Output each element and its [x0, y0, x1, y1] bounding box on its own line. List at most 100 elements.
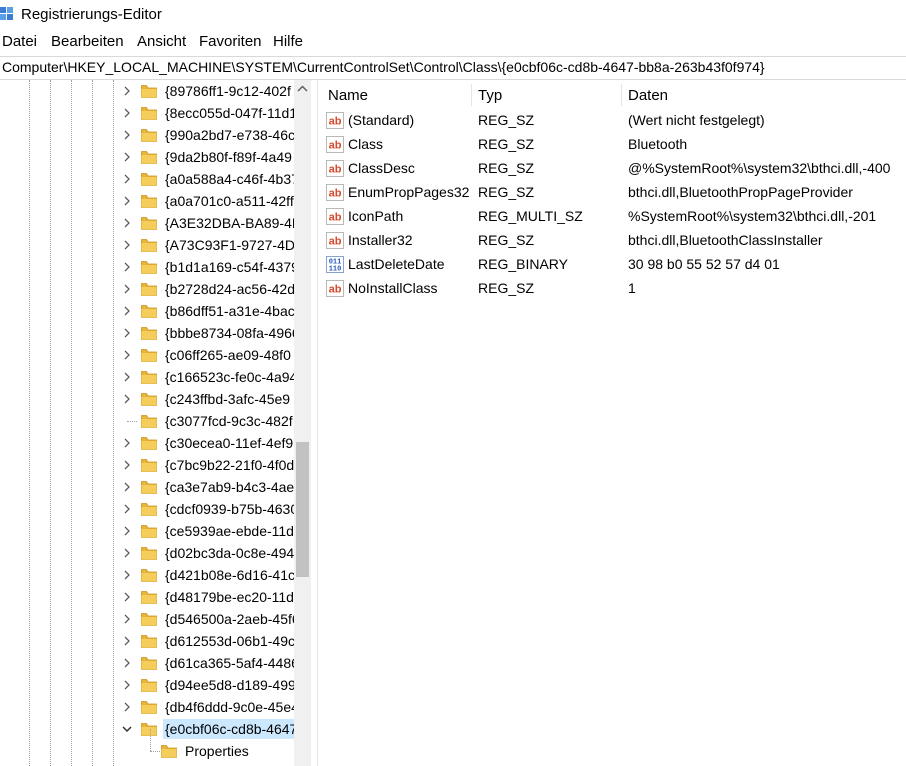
menu-hilfe[interactable]: Hilfe — [273, 33, 303, 50]
registry-editor-app-icon — [0, 7, 13, 20]
column-header-name[interactable]: Name — [322, 80, 472, 110]
tree-item[interactable]: {b86dff51-a31e-4bac — [0, 300, 295, 322]
folder-icon — [141, 107, 157, 120]
value-row[interactable]: ab IconPath REG_MULTI_SZ %SystemRoot%\syste… — [322, 205, 906, 229]
tree-item[interactable]: {d612553d-06b1-49ca — [0, 630, 296, 652]
tree-item[interactable]: {89786ff1-9c12-402f — [0, 80, 294, 102]
chevron-right-icon[interactable] — [121, 107, 133, 119]
chevron-right-icon[interactable] — [121, 239, 133, 251]
tree-item[interactable]: {d48179be-ec20-11d1 — [0, 586, 296, 608]
tree-item[interactable]: Properties — [0, 729, 294, 762]
tree-item[interactable]: {d61ca365-5af4-4486 — [0, 652, 296, 674]
tree-item[interactable]: {a0a701c0-a511-42ff — [0, 190, 294, 212]
value-row[interactable]: 011 110 LastDeleteDate REG_BINARY 30 98 b0 5… — [322, 253, 906, 277]
address-path[interactable]: Computer\HKEY_LOCAL_MACHINE\SYSTEM\Curre… — [2, 59, 765, 75]
tree-item[interactable]: {d546500a-2aeb-45f6 — [0, 608, 296, 630]
chevron-right-icon[interactable] — [121, 657, 133, 669]
chevron-right-icon[interactable] — [121, 371, 133, 383]
scroll-up-arrow-icon[interactable] — [294, 80, 311, 97]
tree-item[interactable]: {e0cbf06c-cd8b-4647 — [0, 718, 296, 740]
tree-item[interactable]: {A3E32DBA-BA89-4F17 — [0, 212, 296, 234]
chevron-right-icon[interactable] — [121, 503, 133, 515]
folder-icon — [161, 745, 177, 758]
folder-icon — [141, 129, 157, 142]
tree-connector — [150, 751, 160, 752]
chevron-right-icon[interactable] — [121, 481, 133, 493]
chevron-right-icon[interactable] — [121, 305, 133, 317]
chevron-right-icon[interactable] — [121, 85, 133, 97]
chevron-right-icon[interactable] — [121, 635, 133, 647]
svg-text:ab: ab — [329, 140, 342, 152]
chevron-right-icon[interactable] — [121, 283, 133, 295]
value-row[interactable]: ab ClassDesc REG_SZ @%SystemRoot%\system32\… — [322, 157, 906, 181]
chevron-right-icon[interactable] — [121, 217, 133, 229]
chevron-right-icon[interactable] — [121, 613, 133, 625]
pane-splitter[interactable] — [317, 80, 318, 766]
column-header-type[interactable]: Typ — [472, 80, 622, 110]
tree-item[interactable]: {c243ffbd-3afc-45e9 — [0, 388, 294, 410]
chevron-right-icon[interactable] — [121, 547, 133, 559]
chevron-right-icon[interactable] — [121, 327, 133, 339]
folder-icon — [141, 173, 157, 186]
chevron-right-icon[interactable] — [121, 129, 133, 141]
tree-item[interactable]: {bbbe8734-08fa-4966 — [0, 322, 296, 344]
tree-item[interactable]: {d421b08e-6d16-41ca — [0, 564, 296, 586]
chevron-right-icon[interactable] — [121, 349, 133, 361]
tree-item-label: {d02bc3da-0c8e-4945 — [165, 545, 296, 561]
column-header-data[interactable]: Daten — [622, 80, 906, 110]
tree-item[interactable]: {c06ff265-ae09-48f0 — [0, 344, 294, 366]
value-row[interactable]: ab Class REG_SZ Bluetooth — [322, 133, 906, 157]
tree-item[interactable]: {cdcf0939-b75b-4630 — [0, 498, 296, 520]
tree-item[interactable]: {d02bc3da-0c8e-4945 — [0, 542, 296, 564]
tree-item[interactable]: {9da2b80f-f89f-4a49 — [0, 146, 294, 168]
folder-icon — [141, 349, 157, 362]
tree-item-label: {ce5939ae-ebde-11d0 — [165, 523, 296, 539]
tree-item[interactable]: {c30ecea0-11ef-4ef9 — [0, 432, 294, 454]
chevron-right-icon[interactable] — [121, 261, 133, 273]
tree-item[interactable]: {c166523c-fe0c-4a94 — [0, 366, 296, 388]
chevron-right-icon[interactable] — [121, 393, 133, 405]
value-row[interactable]: ab EnumPropPages32 REG_SZ bthci.dll,Bluetoo… — [322, 181, 906, 205]
tree-item[interactable]: {990a2bd7-e738-46c7 — [0, 124, 296, 146]
menu-ansicht[interactable]: Ansicht — [137, 33, 186, 50]
chevron-right-icon[interactable] — [121, 173, 133, 185]
tree-item[interactable]: {b2728d24-ac56-42db — [0, 278, 296, 300]
chevron-right-icon[interactable] — [121, 679, 133, 691]
value-row[interactable]: ab (Standard) REG_SZ (Wert nicht festgelegt… — [322, 109, 906, 133]
chevron-right-icon[interactable] — [121, 569, 133, 581]
chevron-right-icon[interactable] — [121, 591, 133, 603]
tree-item[interactable]: {b1d1a169-c54f-4379 — [0, 256, 296, 278]
tree-item[interactable]: {d94ee5d8-d189-4994 — [0, 674, 296, 696]
menu-bearbeiten[interactable]: Bearbeiten — [51, 33, 124, 50]
tree-item[interactable]: {ce5939ae-ebde-11d0 — [0, 520, 296, 542]
tree-item[interactable]: {c7bc9b22-21f0-4f0d — [0, 454, 294, 476]
tree-item[interactable]: {8ecc055d-047f-11d1 — [0, 102, 296, 124]
menu-datei[interactable]: Datei — [2, 33, 37, 50]
value-type: REG_SZ — [478, 136, 535, 152]
tree-item-label: {d48179be-ec20-11d1 — [165, 589, 296, 605]
chevron-right-icon[interactable] — [121, 195, 133, 207]
value-row[interactable]: ab NoInstallClass REG_SZ 1 — [322, 277, 906, 301]
chevron-down-icon[interactable] — [121, 723, 133, 735]
tree-scrollbar[interactable] — [294, 80, 311, 766]
values-list[interactable]: Name Typ Daten ab (Standard) REG_SZ (Wert n… — [322, 80, 906, 766]
scroll-thumb[interactable] — [296, 442, 309, 577]
tree-item[interactable]: {c3077fcd-9c3c-482f — [0, 410, 294, 432]
tree-item[interactable]: {db4f6ddd-9c0e-45e4 — [0, 696, 296, 718]
folder-icon — [141, 305, 157, 318]
tree-item-label: {e0cbf06c-cd8b-4647 — [163, 719, 296, 739]
menu-favoriten[interactable]: Favoriten — [199, 33, 262, 50]
chevron-right-icon[interactable] — [121, 701, 133, 713]
folder-icon — [141, 415, 157, 428]
tree-item[interactable]: {ca3e7ab9-b4c3-4ae6 — [0, 476, 296, 498]
key-tree[interactable]: {89786ff1-9c12-402f {8ecc055d-047f-11d1 {9… — [0, 80, 312, 766]
chevron-right-icon[interactable] — [121, 459, 133, 471]
tree-item[interactable]: {A73C93F1-9727-4D1D — [0, 234, 296, 256]
chevron-right-icon[interactable] — [121, 525, 133, 537]
chevron-right-icon[interactable] — [121, 151, 133, 163]
address-bar[interactable]: Computer\HKEY_LOCAL_MACHINE\SYSTEM\Curre… — [0, 56, 906, 80]
tree-item[interactable]: {a0a588a4-c46f-4b37 — [0, 168, 296, 190]
chevron-right-icon[interactable] — [121, 437, 133, 449]
value-row[interactable]: ab Installer32 REG_SZ bthci.dll,BluetoothCl… — [322, 229, 906, 253]
tree-item-label: {c3077fcd-9c3c-482f — [165, 413, 293, 429]
